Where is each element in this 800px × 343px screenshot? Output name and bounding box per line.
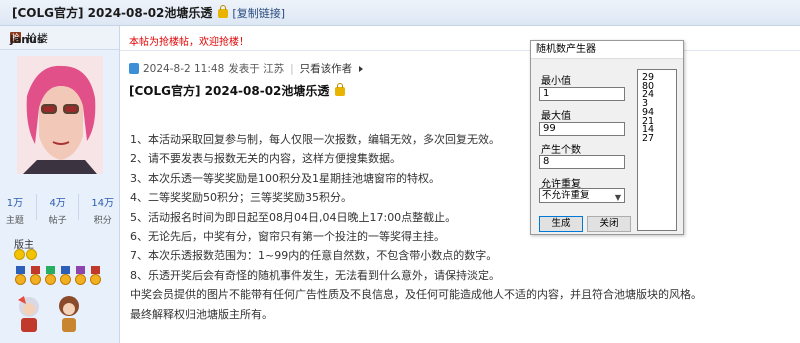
medal-icon[interactable]: [29, 266, 42, 286]
post-meta: 2024-8-2 11:48 发表于 江苏 | 只看该作者: [129, 61, 364, 76]
post-date: 2024-8-2 11:48: [143, 62, 225, 75]
content-divider: [120, 50, 800, 51]
author-stats: 1万 主题 4万 帖子 14万 积分: [0, 194, 120, 226]
rule-line: 最终解释权归池塘版主所有。: [130, 307, 273, 321]
smiley-icon: [14, 249, 25, 260]
generate-button[interactable]: 生成: [539, 216, 583, 232]
result-item: 27: [642, 132, 655, 144]
meta-separator: |: [290, 62, 294, 75]
results-list[interactable]: 29 80 24 3 94 21 14 27: [637, 69, 677, 231]
stat-points-value: 14万: [91, 198, 115, 209]
medal-icon[interactable]: [59, 266, 72, 286]
medal-icon[interactable]: [44, 266, 57, 286]
chevron-down-icon: ▼: [614, 193, 621, 202]
count-field[interactable]: 8: [539, 155, 625, 169]
stat-posts-label: 帖子: [48, 216, 67, 226]
thread-title: [COLG官方] 2024-08-02池塘乐透: [12, 6, 213, 20]
stat-points[interactable]: 14万 积分: [91, 194, 114, 226]
lock-icon: [335, 83, 346, 96]
repeat-select-value: 不允许重复: [542, 190, 590, 201]
copy-link[interactable]: [复制链接]: [232, 5, 285, 21]
rank-smileys: [14, 249, 37, 260]
grab-floor-notice: 本帖为抢楼帖，欢迎抢楼！: [129, 37, 249, 48]
lock-icon: [218, 5, 229, 18]
avatar[interactable]: [17, 56, 103, 174]
post-title-text: [COLG官方] 2024-08-02池塘乐透: [129, 84, 330, 98]
stat-divider: [78, 194, 80, 220]
chibi-knight-icon: [18, 296, 39, 332]
chibi-badges: [14, 294, 84, 334]
medal-icon[interactable]: [14, 266, 27, 286]
count-label: 产生个数: [541, 145, 581, 156]
post-location: 发表于 江苏: [228, 63, 285, 75]
author-username[interactable]: janus: [10, 33, 43, 46]
max-label: 最大值: [541, 111, 571, 122]
rule-line: 中奖会员提供的图片不能带有任何广告性质及不良信息，及任何可能造成他人不适的内容，…: [130, 288, 702, 302]
stat-threads-value: 1万: [6, 198, 24, 209]
mobile-post-icon: [129, 63, 139, 74]
random-generator-dialog: 随机数产生器 最小值 1 最大值 99 产生个数 8 允许重复 不允许重复 ▼ …: [530, 40, 684, 235]
post-title: [COLG官方] 2024-08-02池塘乐透: [129, 82, 349, 99]
stat-posts[interactable]: 4万 帖子: [49, 194, 67, 226]
min-value-field[interactable]: 1: [539, 87, 625, 101]
max-value-field[interactable]: 99: [539, 122, 625, 136]
only-author-link[interactable]: 只看该作者: [300, 61, 353, 76]
stat-threads[interactable]: 1万 主题: [6, 194, 24, 226]
medal-row: [14, 266, 102, 286]
dialog-title[interactable]: 随机数产生器: [531, 41, 683, 59]
close-button[interactable]: 关闭: [587, 216, 631, 232]
repeat-select[interactable]: 不允许重复 ▼: [539, 188, 625, 203]
rule-line: 8、乐透开奖后会有奇怪的随机事件发生，无法看到什么意外，请保持淡定。: [130, 268, 500, 282]
smiley-icon: [26, 249, 37, 260]
thread-title-bar: [COLG官方] 2024-08-02池塘乐透 [复制链接]: [0, 0, 800, 26]
chibi-girl-icon: [59, 296, 79, 332]
rule-line: 7、本次乐透报数范围为：1~99内的任意自然数，不包含带小数点的数字。: [130, 249, 498, 263]
stat-posts-value: 4万: [49, 198, 66, 209]
medal-icon[interactable]: [89, 266, 102, 286]
stat-points-label: 积分: [93, 216, 112, 226]
stat-threads-label: 主题: [5, 216, 24, 226]
medal-icon[interactable]: [74, 266, 87, 286]
min-label: 最小值: [541, 76, 571, 87]
arrow-right-icon: [359, 65, 364, 72]
stat-divider: [35, 194, 37, 220]
